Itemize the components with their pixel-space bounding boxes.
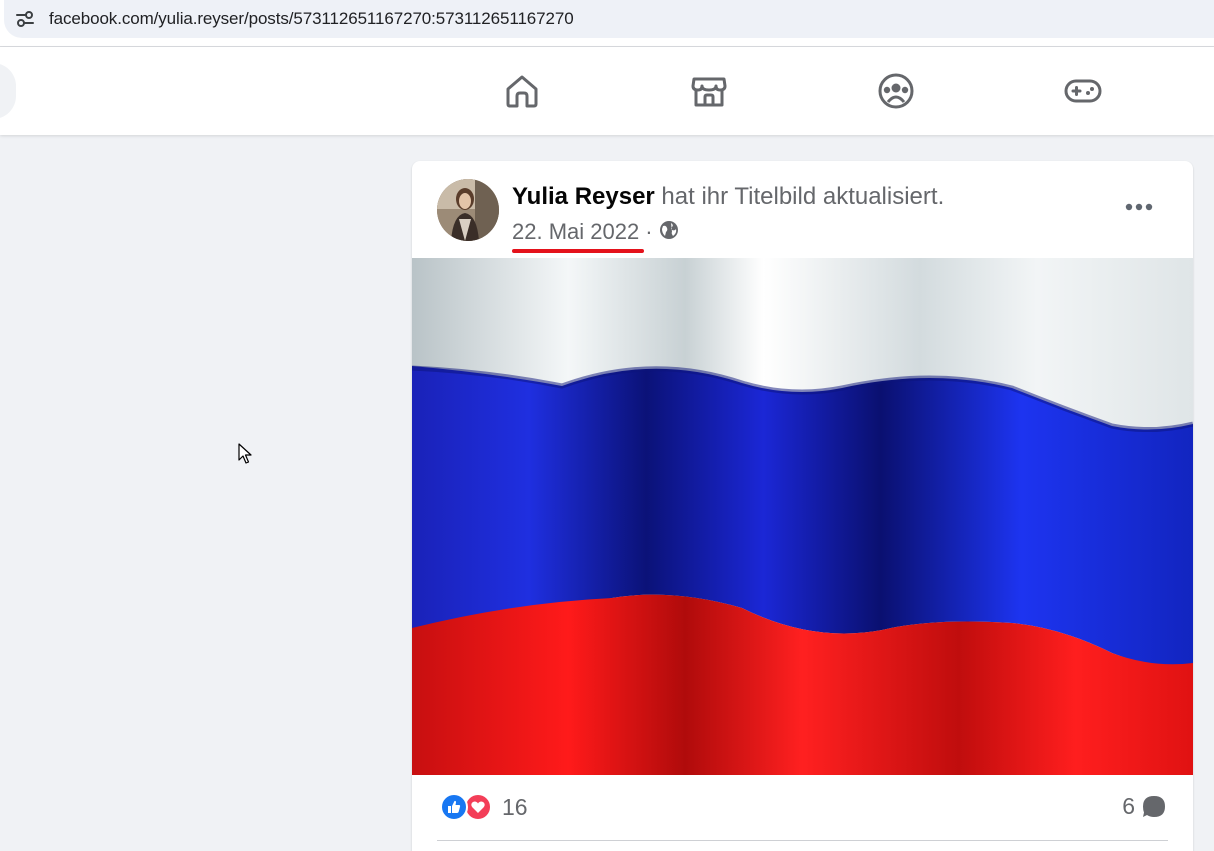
post-meta: 22. Mai 2022 · bbox=[512, 218, 679, 246]
url-text[interactable]: facebook.com/yulia.reyser/posts/57311265… bbox=[49, 9, 574, 29]
home-icon bbox=[506, 75, 538, 108]
comments-summary[interactable]: 6 bbox=[1122, 793, 1167, 820]
tune-icon[interactable] bbox=[14, 8, 36, 30]
url-field[interactable]: facebook.com/yulia.reyser/posts/57311265… bbox=[4, 0, 1214, 38]
author-avatar[interactable] bbox=[437, 179, 499, 241]
facebook-top-nav bbox=[0, 47, 1214, 135]
tab-marketplace[interactable] bbox=[685, 69, 733, 113]
meta-separator: · bbox=[645, 219, 653, 244]
post-date[interactable]: 22. Mai 2022 bbox=[512, 219, 639, 245]
tab-home[interactable] bbox=[498, 69, 546, 113]
mouse-cursor-icon bbox=[238, 443, 252, 464]
search-pill[interactable] bbox=[0, 63, 16, 119]
marketplace-icon bbox=[691, 77, 727, 107]
reactions-summary[interactable]: 16 bbox=[440, 793, 528, 821]
cover-photo[interactable] bbox=[412, 258, 1193, 775]
post-card: Yulia Reyser hat ihr Titelbild aktualisi… bbox=[412, 161, 1193, 851]
love-reaction-icon bbox=[464, 793, 492, 821]
post-header-line: Yulia Reyser hat ihr Titelbild aktualisi… bbox=[512, 183, 944, 211]
more-options-icon bbox=[1125, 203, 1153, 211]
more-options-button[interactable] bbox=[1114, 189, 1164, 225]
gaming-icon bbox=[1064, 79, 1102, 103]
globe-icon[interactable] bbox=[659, 218, 679, 246]
russian-flag-image bbox=[412, 258, 1193, 775]
comment-icon bbox=[1143, 795, 1165, 817]
groups-icon bbox=[878, 73, 914, 109]
date-highlight-underline bbox=[512, 249, 644, 253]
browser-address-bar: facebook.com/yulia.reyser/posts/57311265… bbox=[0, 0, 1214, 46]
post-divider bbox=[437, 840, 1168, 841]
reaction-count[interactable]: 16 bbox=[502, 794, 528, 821]
like-reaction-icon bbox=[440, 793, 468, 821]
tab-groups[interactable] bbox=[872, 69, 920, 113]
tab-gaming[interactable] bbox=[1059, 69, 1107, 113]
post-action-text: hat ihr Titelbild aktualisiert. bbox=[654, 183, 945, 210]
author-name[interactable]: Yulia Reyser bbox=[512, 183, 655, 210]
comment-count[interactable]: 6 bbox=[1122, 793, 1135, 820]
